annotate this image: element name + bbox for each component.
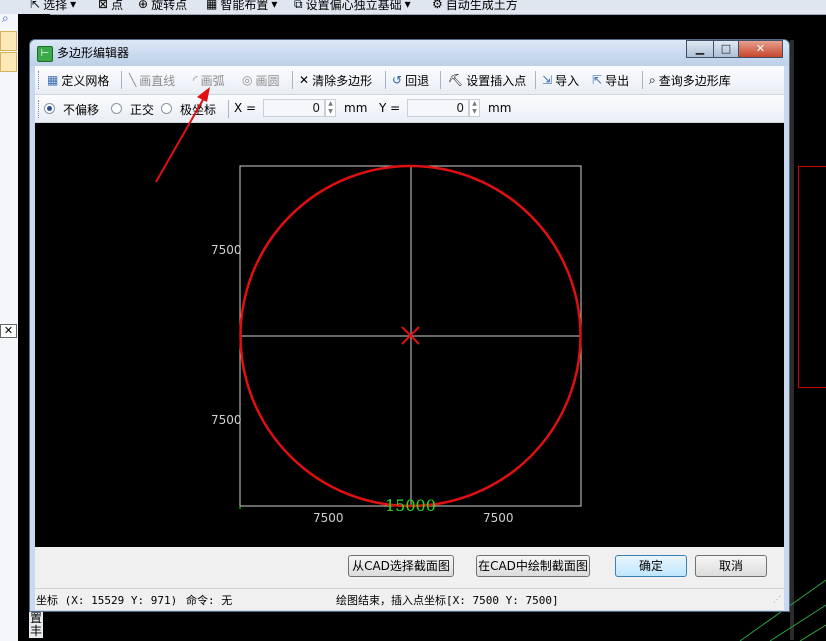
rotate-point-icon: ⊕ — [138, 0, 149, 11]
status-command: 命令: 无 — [186, 594, 233, 607]
draw-circle-button[interactable]: ◎ 画圆 — [242, 72, 280, 88]
point-icon: ⊠ — [98, 0, 109, 11]
earthwork-icon: ⚙ — [432, 0, 443, 11]
drawing-canvas[interactable]: 7500 7500 7500 7500 15000 — [35, 123, 784, 547]
export-button[interactable]: ⇱ 导出 — [592, 72, 629, 88]
undo-icon: ↺ — [392, 73, 403, 87]
dialog-titlebar[interactable]: ⊢ 多边形编辑器 ▁ □ ✕ — [30, 40, 789, 66]
polar-radio[interactable] — [161, 103, 172, 114]
line-icon: ╲ — [129, 73, 137, 87]
smart-layout-tool[interactable]: ▦ 智能布置 ▾ — [206, 0, 277, 13]
y-spinner[interactable]: ▲ ▼ — [469, 99, 480, 117]
chevron-down-icon: ▾ — [271, 0, 278, 11]
select-tool[interactable]: ⇱ 选择 ▾ — [30, 0, 76, 13]
left-dimension-upper: 7500 — [211, 243, 242, 257]
x-spinner[interactable]: ▲ ▼ — [325, 99, 336, 117]
status-message: 绘图结束，插入点坐标[X: 7500 Y: 7500] — [336, 594, 559, 607]
close-icon[interactable]: ✕ — [0, 324, 17, 338]
background-drawing-outline — [798, 166, 826, 388]
toolbar-separator — [535, 71, 536, 89]
import-button[interactable]: ⇲ 导入 — [542, 72, 579, 88]
y-label: Y = — [379, 101, 401, 115]
export-icon: ⇱ — [592, 73, 603, 87]
minimize-button[interactable]: ▁ — [686, 40, 714, 58]
background-side-text: 置 丰 — [29, 611, 43, 638]
circle-icon: ◎ — [242, 73, 253, 87]
no-offset-radio[interactable] — [44, 103, 55, 114]
dialog-title: 多边形编辑器 — [57, 46, 130, 60]
background-scrollbar — [790, 40, 794, 640]
set-offset-foundation-tool[interactable]: ⧉ 设置偏心独立基础 ▾ — [294, 0, 411, 13]
point-tool[interactable]: ⊠ 点 — [98, 0, 123, 13]
maximize-button[interactable]: □ — [713, 40, 739, 58]
status-coordinates: 坐标 (X: 15529 Y: 971) — [36, 594, 178, 607]
bottom-dimension-left: 7500 — [313, 511, 344, 525]
query-polygon-library-button[interactable]: ⌕ 查询多边形库 — [649, 72, 731, 88]
draw-arc-button[interactable]: ◜ 画弧 — [193, 72, 225, 88]
toolbar-separator — [385, 71, 386, 89]
left-dimension-lower: 7500 — [211, 413, 242, 427]
toolbar-separator — [642, 71, 643, 89]
left-panel-button[interactable] — [0, 52, 17, 72]
search-icon[interactable]: ⌕ — [2, 11, 9, 26]
ok-button[interactable]: 确定 — [615, 555, 687, 577]
toolbar-separator — [121, 71, 122, 89]
chevron-down-icon: ▾ — [70, 0, 77, 11]
total-dimension: 15000 — [385, 496, 436, 515]
dialog-body: ▦ 定义网格 ╲ 画直线 ◜ 画弧 ◎ 画圆 ✕ 清除多边形 ↺ 回退 ⛏ 设置… — [35, 66, 784, 610]
status-bar: 坐标 (X: 15529 Y: 971) 命令: 无 绘图结束，插入点坐标[X:… — [35, 588, 784, 610]
y-unit-label: mm — [488, 101, 512, 115]
search-icon: ⌕ — [649, 72, 656, 87]
y-input[interactable]: 0 — [407, 99, 469, 117]
set-insert-point-button[interactable]: ⛏ 设置插入点 — [448, 72, 526, 88]
draw-in-cad-button[interactable]: 在CAD中绘制截面图 — [476, 555, 590, 577]
clear-icon: ✕ — [299, 73, 310, 87]
draw-line-button[interactable]: ╲ 画直线 — [129, 72, 175, 88]
background-left-panel: ⌕ ✕ — [0, 11, 19, 641]
close-button[interactable]: ✕ — [738, 40, 783, 58]
select-from-cad-button[interactable]: 从CAD选择截面图 — [348, 555, 454, 577]
editor-toolbar: ▦ 定义网格 ╲ 画直线 ◜ 画弧 ◎ 画圆 ✕ 清除多边形 ↺ 回退 ⛏ 设置… — [35, 66, 784, 95]
orthogonal-radio[interactable] — [111, 103, 122, 114]
insert-point-icon: ⛏ — [448, 73, 464, 87]
rotate-point-tool[interactable]: ⊕ 旋转点 — [138, 0, 187, 13]
clear-polygon-button[interactable]: ✕ 清除多边形 — [299, 72, 372, 88]
x-input[interactable]: 0 — [263, 99, 325, 117]
grid-icon: ▦ — [47, 73, 59, 87]
options-toolbar: 不偏移 正交 极坐标 X = 0 ▲ ▼ mm Y = 0 ▲ ▼ mm — [35, 95, 784, 123]
x-unit-label: mm — [344, 101, 368, 115]
no-offset-label: 不偏移 — [63, 103, 100, 117]
toolbar-grip — [38, 100, 42, 118]
toolbar-separator — [228, 100, 229, 118]
toolbar-separator — [440, 71, 441, 89]
x-label: X = — [234, 101, 257, 115]
chevron-down-icon: ▾ — [404, 0, 411, 11]
smart-layout-icon: ▦ — [206, 0, 218, 11]
define-grid-button[interactable]: ▦ 定义网格 — [47, 72, 109, 88]
polar-label: 极坐标 — [180, 103, 217, 117]
toolbar-separator — [292, 71, 293, 89]
polygon-editor-dialog: ⊢ 多边形编辑器 ▁ □ ✕ ▦ 定义网格 ╲ 画直线 ◜ 画弧 ◎ 画圆 ✕ … — [29, 39, 790, 612]
cancel-button[interactable]: 取消 — [695, 555, 767, 577]
app-icon: ⊢ — [37, 46, 53, 62]
import-icon: ⇲ — [542, 73, 553, 87]
undo-button[interactable]: ↺ 回退 — [392, 72, 429, 88]
toolbar-grip — [38, 71, 42, 89]
resize-grip-icon[interactable]: ⋰ — [773, 595, 781, 604]
offset-foundation-icon: ⧉ — [294, 0, 303, 11]
canvas-drawing — [239, 164, 582, 509]
background-toolbar: ⇱ 选择 ▾ ⊠ 点 ⊕ 旋转点 ▦ 智能布置 ▾ ⧉ 设置偏心独立基础 ▾ ⚙… — [0, 0, 826, 15]
dialog-button-bar: 从CAD选择截面图 在CAD中绘制截面图 确定 取消 — [35, 547, 784, 587]
bottom-dimension-right: 7500 — [483, 511, 514, 525]
orthogonal-label: 正交 — [130, 103, 155, 117]
arc-icon: ◜ — [193, 73, 198, 87]
select-icon: ⇱ — [30, 0, 41, 11]
left-panel-button[interactable] — [0, 31, 17, 51]
auto-generate-earthwork-tool[interactable]: ⚙ 自动生成土方 — [432, 0, 518, 13]
